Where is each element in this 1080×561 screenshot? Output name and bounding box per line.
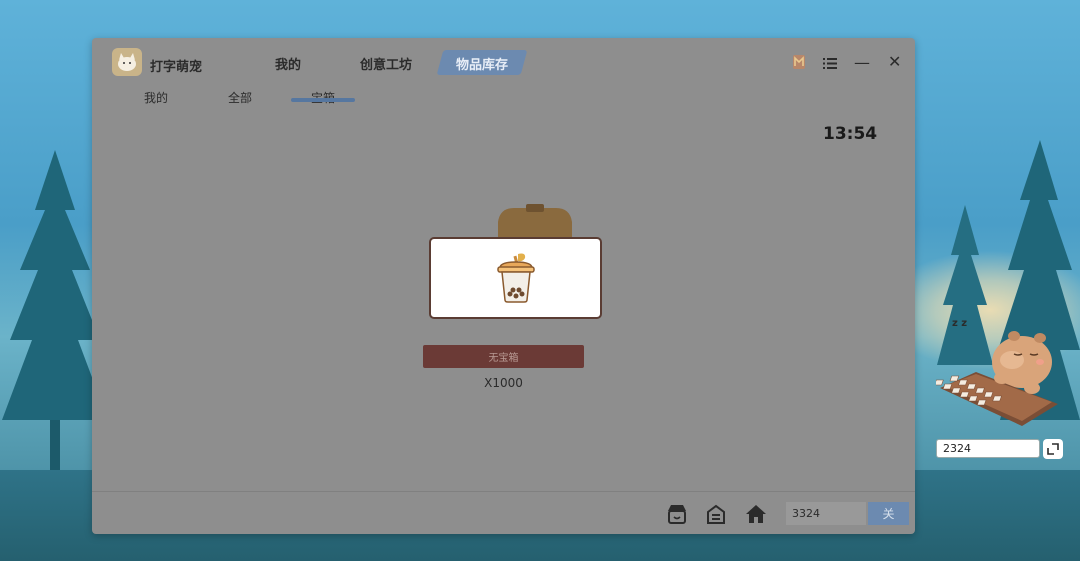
item-popup	[429, 237, 602, 319]
bubble-tea-icon	[496, 253, 535, 303]
close-text-button[interactable]: 关	[868, 502, 909, 525]
main-window: 打字萌宠 我的 创意工坊 物品库存 — ✕ 我的 全部 宝箱 13:54	[92, 38, 915, 534]
title-bar: 打字萌宠 我的 创意工坊 物品库存 — ✕	[92, 38, 915, 86]
storage-icon[interactable]	[705, 503, 727, 525]
subtab-mine[interactable]: 我的	[144, 89, 168, 106]
coin-icon[interactable]	[792, 54, 806, 74]
clock: 13:54	[823, 124, 878, 144]
shop-icon[interactable]	[666, 503, 688, 525]
no-chest-button[interactable]: 无宝箱	[423, 345, 584, 368]
home-icon[interactable]	[745, 503, 767, 525]
bottom-divider	[92, 491, 915, 492]
item-count: X1000	[484, 376, 523, 390]
pet-count-input[interactable]	[936, 439, 1040, 458]
capybara-keyboard-pet-icon[interactable]	[936, 326, 1066, 434]
minimize-icon[interactable]: —	[854, 53, 870, 72]
nav-tab-mine[interactable]: 我的	[275, 54, 301, 73]
close-icon[interactable]: ✕	[888, 52, 901, 71]
list-icon[interactable]	[823, 55, 837, 74]
subtab-active-underline	[291, 98, 355, 102]
app-title: 打字萌宠	[150, 60, 203, 75]
nav-tab-workshop[interactable]: 创意工坊	[360, 54, 412, 73]
subtab-all[interactable]: 全部	[228, 89, 252, 106]
app-logo-icon	[112, 48, 142, 76]
bottom-count-input[interactable]	[786, 502, 866, 525]
expand-icon[interactable]	[1043, 439, 1063, 459]
nav-tab-inventory[interactable]: 物品库存	[440, 54, 524, 73]
